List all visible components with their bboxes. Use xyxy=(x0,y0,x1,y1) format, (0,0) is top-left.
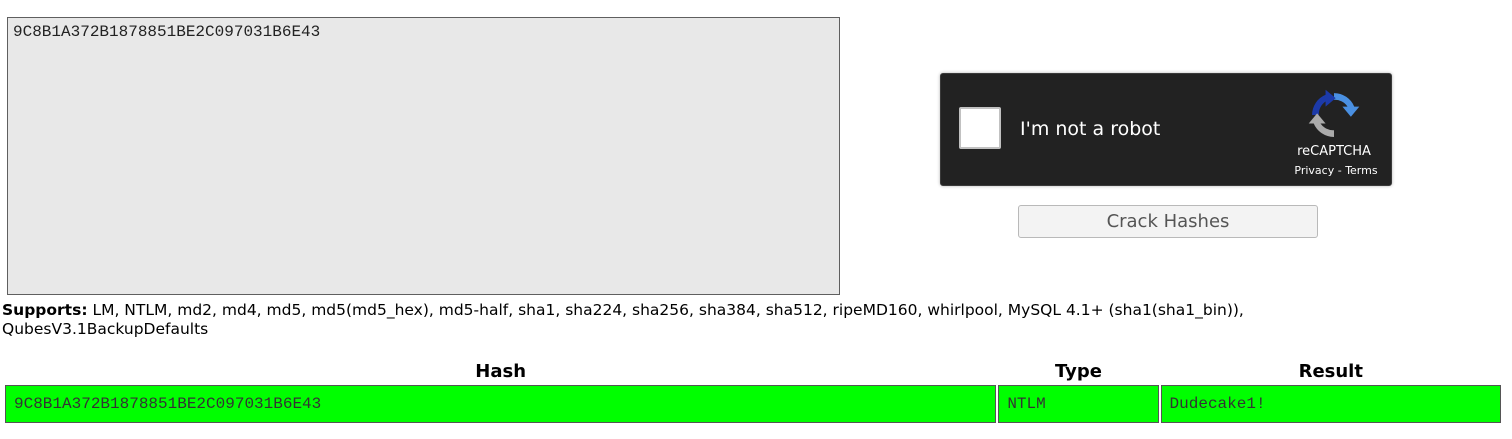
hash-cell: 9C8B1A372B1878851BE2C097031B6E43 xyxy=(5,385,997,423)
recaptcha-brand: reCAPTCHA xyxy=(1297,144,1371,159)
supported-algorithms: Supports: LM, NTLM, md2, md4, md5, md5(m… xyxy=(2,301,1342,339)
captcha-label: I'm not a robot xyxy=(1020,118,1161,140)
type-cell: NTLM xyxy=(998,385,1159,423)
hash-input[interactable]: 9C8B1A372B1878851BE2C097031B6E43 xyxy=(7,17,840,295)
type-column-header: Type xyxy=(1054,360,1102,382)
supports-label: Supports: xyxy=(2,301,88,319)
results-header-row: Hash Type Result xyxy=(5,359,1501,383)
recaptcha-logo-icon xyxy=(1308,89,1360,137)
terms-link[interactable]: Terms xyxy=(1345,164,1377,177)
not-a-robot-checkbox[interactable] xyxy=(959,107,1001,149)
recaptcha-widget: I'm not a robot reCAPTCHA Privacy - Term… xyxy=(940,73,1392,186)
hash-column-header: Hash xyxy=(475,360,527,382)
supports-list: LM, NTLM, md2, md4, md5, md5(md5_hex), m… xyxy=(2,301,1244,338)
table-row: 9C8B1A372B1878851BE2C097031B6E43 NTLM Du… xyxy=(5,385,1501,423)
result-column-header: Result xyxy=(1298,360,1363,382)
results-table: Hash Type Result 9C8B1A372B1878851BE2C09… xyxy=(3,357,1503,425)
links-separator: - xyxy=(1334,164,1346,177)
privacy-link[interactable]: Privacy xyxy=(1294,164,1334,177)
crack-hashes-button[interactable]: Crack Hashes xyxy=(1018,205,1318,238)
result-cell: Dudecake1! xyxy=(1160,385,1501,423)
captcha-links: Privacy - Terms xyxy=(1281,164,1391,177)
